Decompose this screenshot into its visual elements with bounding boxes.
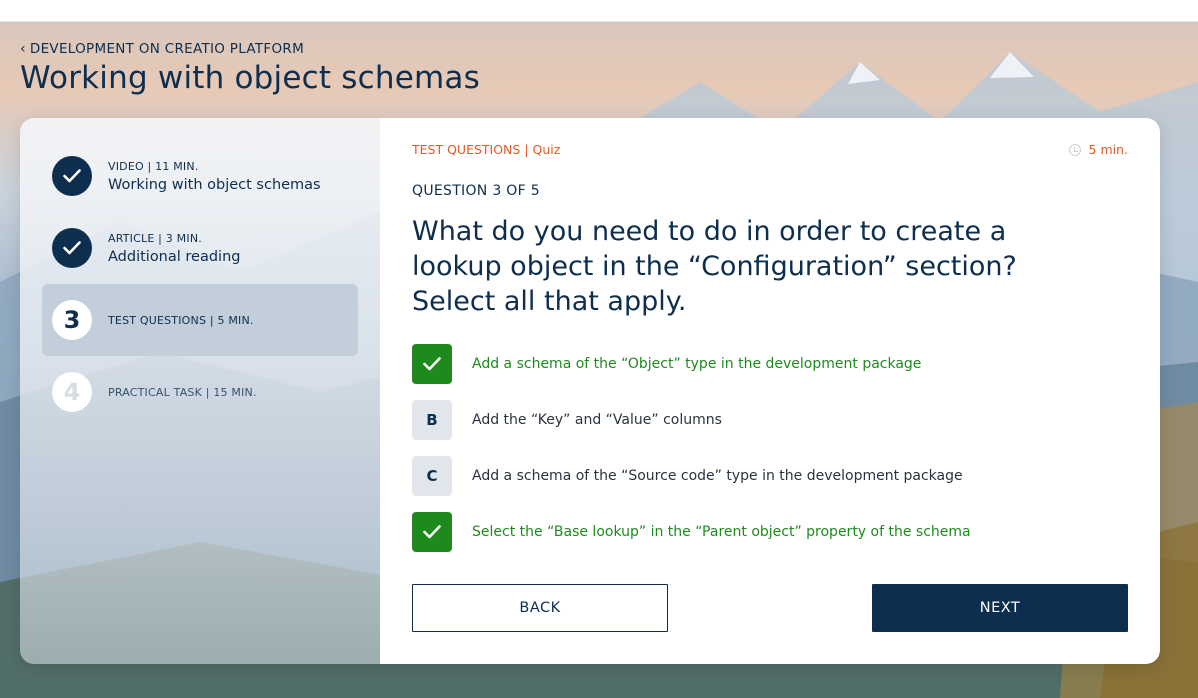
step-name: Working with object schemas xyxy=(108,176,321,193)
option-letter-box[interactable]: B xyxy=(412,400,452,440)
check-circle-icon xyxy=(52,228,92,268)
lesson-card: VIDEO | 11 MIN. Working with object sche… xyxy=(20,118,1160,664)
step-test-questions[interactable]: 3 TEST QUESTIONS | 5 MIN. xyxy=(42,284,358,356)
chevron-left-icon: ‹ xyxy=(20,41,26,57)
quiz-panel: TEST QUESTIONS | Quiz 5 min. QUESTION 3 … xyxy=(380,118,1160,664)
answer-option-c[interactable]: C Add a schema of the “Source code” type… xyxy=(412,456,1112,496)
page-title: Working with object schemas xyxy=(20,60,480,96)
back-to-course-link[interactable]: ‹ DEVELOPMENT ON CREATIO PLATFORM xyxy=(20,40,304,58)
answer-label: Add a schema of the “Source code” type i… xyxy=(472,468,963,484)
clock-icon xyxy=(1068,143,1081,156)
quiz-header-label: TEST QUESTIONS | Quiz xyxy=(412,142,561,157)
answer-option-a[interactable]: Add a schema of the “Object” type in the… xyxy=(412,344,1112,384)
question-text: What do you need to do in order to creat… xyxy=(412,216,1017,317)
checkbox-checked-icon[interactable] xyxy=(412,344,452,384)
next-button[interactable]: NEXT xyxy=(872,584,1128,632)
step-meta: TEST QUESTIONS | 5 MIN. xyxy=(108,313,254,327)
step-article[interactable]: ARTICLE | 3 MIN. Additional reading xyxy=(42,212,358,284)
step-meta: VIDEO | 11 MIN. xyxy=(108,159,199,173)
answer-label: Select the “Base lookup” in the “Parent … xyxy=(472,524,971,540)
step-practical-task[interactable]: 4 PRACTICAL TASK | 15 MIN. xyxy=(42,356,358,428)
answer-options: Add a schema of the “Object” type in the… xyxy=(412,344,1112,568)
duration-text: 5 min. xyxy=(1088,142,1128,157)
step-number-badge: 3 xyxy=(52,300,92,340)
checkbox-checked-icon[interactable] xyxy=(412,512,452,552)
step-video[interactable]: VIDEO | 11 MIN. Working with object sche… xyxy=(42,140,358,212)
back-link-label: DEVELOPMENT ON CREATIO PLATFORM xyxy=(29,41,305,57)
lesson-steps-sidebar: VIDEO | 11 MIN. Working with object sche… xyxy=(20,118,380,664)
step-name: Additional reading xyxy=(108,248,241,265)
step-meta: ARTICLE | 3 MIN. xyxy=(108,231,202,245)
answer-option-b[interactable]: B Add the “Key” and “Value” columns xyxy=(412,400,1112,440)
back-button[interactable]: BACK xyxy=(412,584,668,632)
question-counter: QUESTION 3 OF 5 xyxy=(412,183,540,199)
answer-option-d[interactable]: Select the “Base lookup” in the “Parent … xyxy=(412,512,1112,552)
top-bar xyxy=(0,0,1198,22)
check-circle-icon xyxy=(52,156,92,196)
quiz-duration: 5 min. xyxy=(1068,142,1128,157)
answer-label: Add the “Key” and “Value” columns xyxy=(472,412,722,428)
answer-label: Add a schema of the “Object” type in the… xyxy=(472,356,922,372)
step-number-badge: 4 xyxy=(52,372,92,412)
option-letter-box[interactable]: C xyxy=(412,456,452,496)
step-meta: PRACTICAL TASK | 15 MIN. xyxy=(108,385,257,399)
